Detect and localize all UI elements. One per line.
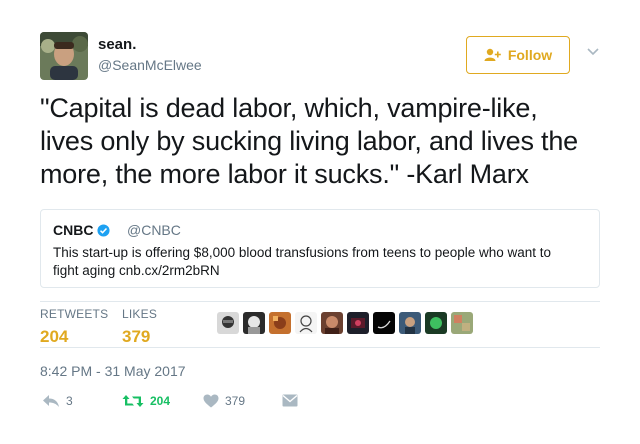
tweet-text-line: lives only by sucking living labor, and … bbox=[40, 126, 578, 156]
retweets-stat[interactable]: RETWEETS 204 bbox=[40, 307, 108, 347]
liker-avatar[interactable] bbox=[243, 312, 265, 334]
tweet-card: sean. @SeanMcElwee Follow "Capital is de… bbox=[0, 0, 640, 444]
quoted-tweet-text-line: fight aging cnb.cx/2rm2bRN bbox=[53, 263, 220, 278]
tweet-timestamp[interactable]: 8:42 PM - 31 May 2017 bbox=[40, 363, 186, 379]
retweets-label: RETWEETS bbox=[40, 307, 109, 321]
liker-avatar[interactable] bbox=[399, 312, 421, 334]
add-user-icon bbox=[484, 48, 501, 61]
likes-label: LIKES bbox=[122, 307, 158, 321]
heart-icon bbox=[203, 394, 219, 408]
like-count: 379 bbox=[225, 394, 246, 408]
like-button[interactable]: 379 bbox=[203, 394, 245, 408]
chevron-down-icon[interactable] bbox=[586, 46, 600, 58]
quoted-tweet-text: This start-up is offering $8,000 blood t… bbox=[53, 244, 589, 280]
follow-button-label: Follow bbox=[507, 47, 553, 63]
retweet-icon bbox=[122, 395, 144, 407]
liker-avatar[interactable] bbox=[347, 312, 369, 334]
liker-avatar[interactable] bbox=[373, 312, 395, 334]
liker-avatar[interactable] bbox=[217, 312, 239, 334]
reply-count: 3 bbox=[66, 394, 73, 408]
retweets-count: 204 bbox=[40, 327, 69, 346]
quoted-tweet[interactable]: CNBC @CNBC This start-up is offering $8,… bbox=[40, 209, 600, 288]
divider bbox=[40, 347, 600, 348]
liker-avatar[interactable] bbox=[295, 312, 317, 334]
liker-avatar[interactable] bbox=[269, 312, 291, 334]
author-handle[interactable]: @SeanMcElwee bbox=[98, 57, 202, 73]
liker-avatar[interactable] bbox=[321, 312, 343, 334]
quoted-tweet-handle: @CNBC bbox=[127, 222, 181, 238]
quoted-tweet-text-line: This start-up is offering $8,000 blood t… bbox=[53, 245, 552, 260]
reply-icon bbox=[43, 395, 59, 407]
retweet-button[interactable]: 204 bbox=[122, 394, 170, 408]
verified-icon bbox=[97, 223, 110, 237]
avatar[interactable] bbox=[40, 32, 88, 80]
likes-stat[interactable]: LIKES 379 bbox=[122, 307, 157, 347]
quoted-tweet-author: CNBC bbox=[53, 222, 110, 238]
reply-button[interactable]: 3 bbox=[42, 394, 73, 408]
likes-count: 379 bbox=[122, 327, 151, 346]
tweet-text: "Capital is dead labor, which, vampire-l… bbox=[40, 92, 615, 191]
tweet-text-line: "Capital is dead labor, which, vampire-l… bbox=[40, 93, 538, 123]
liker-avatars bbox=[217, 312, 473, 334]
retweet-count: 204 bbox=[150, 394, 171, 408]
follow-button[interactable]: Follow bbox=[466, 36, 570, 74]
liker-avatar[interactable] bbox=[425, 312, 447, 334]
direct-message-button[interactable] bbox=[282, 394, 298, 407]
liker-avatar[interactable] bbox=[451, 312, 473, 334]
message-icon bbox=[282, 394, 298, 407]
author-name[interactable]: sean. bbox=[98, 36, 136, 53]
divider bbox=[40, 301, 600, 302]
tweet-text-line: more, the more labor it sucks." -Karl Ma… bbox=[40, 159, 529, 189]
quoted-tweet-name: CNBC bbox=[53, 222, 94, 238]
